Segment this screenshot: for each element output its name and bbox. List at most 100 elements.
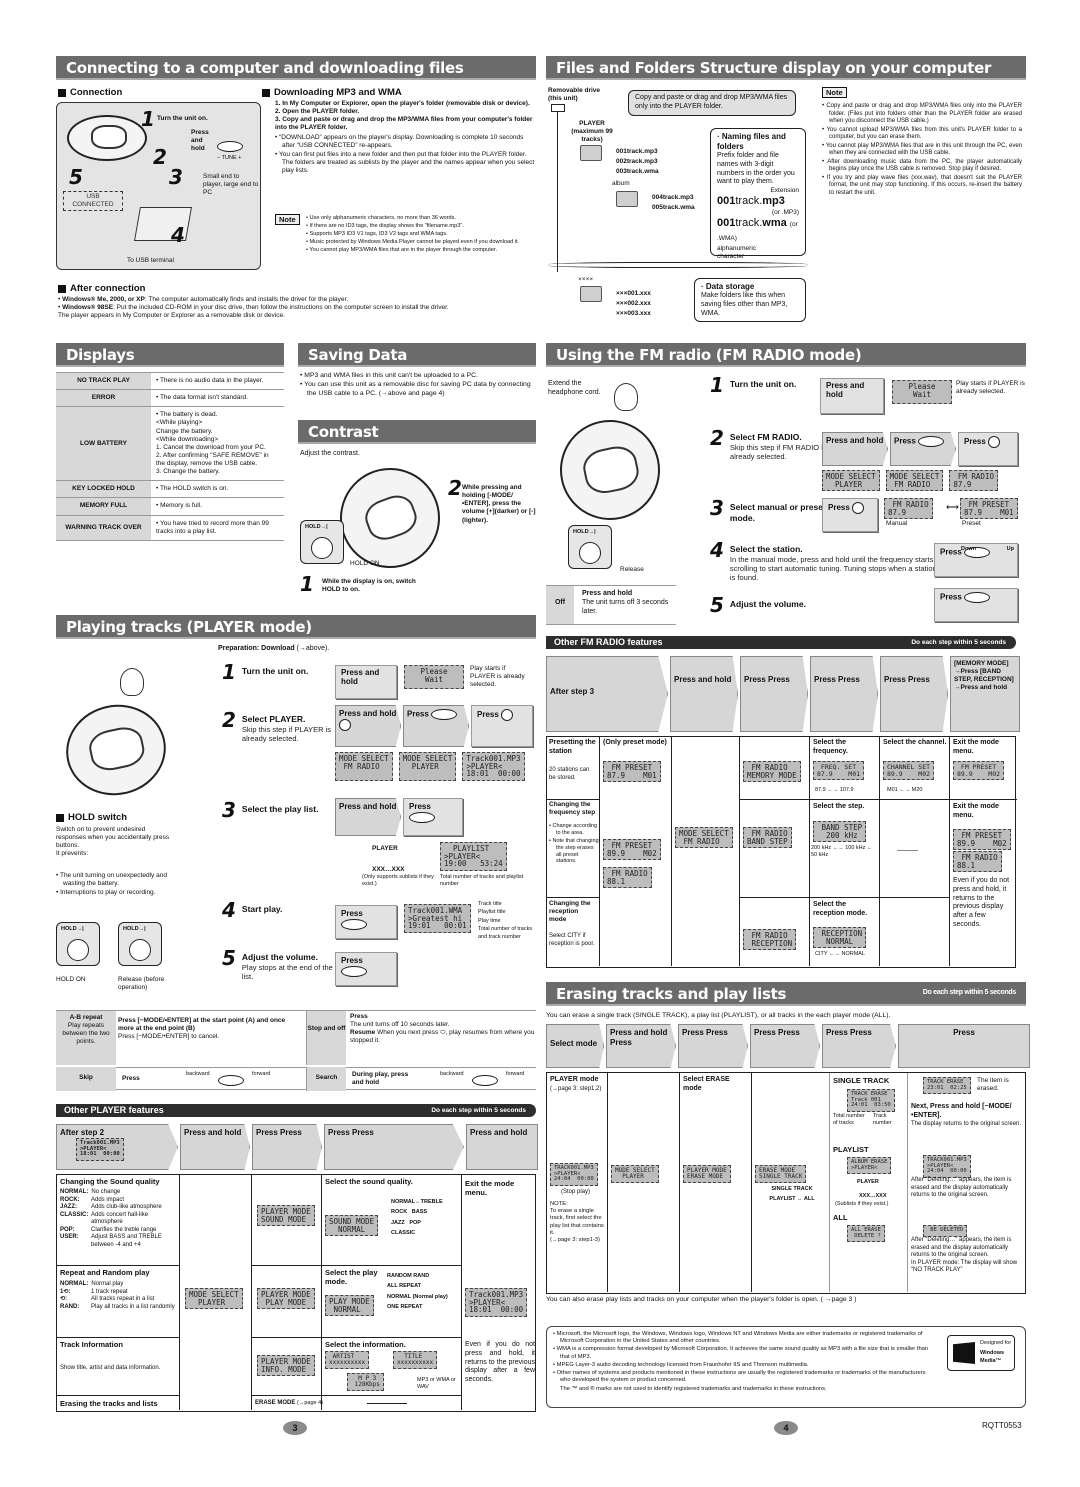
- step-number: 4: [710, 538, 724, 562]
- download-step: 1. In My Computer or Explorer, open the …: [275, 100, 530, 107]
- press-and-hold-mode-button[interactable]: Press and hold: [822, 432, 888, 466]
- next-instruction: Next, Press and hold [−MODE/•ENTER].: [911, 1103, 1012, 1119]
- header-press-hold[interactable]: Press and hold: [466, 1124, 538, 1170]
- deleting-note: After “Deleting…” appears, the item is e…: [911, 1237, 1018, 1273]
- step-number: 5: [69, 165, 83, 189]
- header-text: Press Press: [826, 1028, 872, 1037]
- press-tune-station-button[interactable]: Press Down Up: [934, 543, 1018, 577]
- mode-item: JAZZ: Adds club-like atmosphere: [60, 1204, 178, 1212]
- press-mode-button[interactable]: Press: [471, 705, 533, 747]
- ab-instructions: Press [−MODE/•ENTER] at the start point …: [118, 1017, 298, 1041]
- press-volume-button[interactable]: Press: [335, 952, 397, 986]
- cycle-item: JAZZ: [391, 1219, 405, 1226]
- data-folder-icon: [580, 286, 602, 302]
- display-row: MEMORY FULL • Memory is full.: [56, 497, 284, 516]
- lcd-bitrate: M P 3 128Kbps: [347, 1373, 384, 1391]
- mode-item: NORMAL: No change: [60, 1189, 178, 1197]
- press-volume-button[interactable]: Press: [934, 588, 1018, 622]
- data-file-list: ×××001.xxx ×××002.xxx ×××003.xxx: [616, 289, 651, 318]
- sublist-note: (Only supports sublists if they exist.): [362, 874, 434, 887]
- header-press-press[interactable]: Press Press: [750, 1024, 820, 1068]
- volume-button-icon: [341, 966, 367, 977]
- contrast-step2: While pressing and holding [-MODE/•ENTER…: [462, 484, 536, 524]
- header-press-press[interactable]: Press Press: [740, 656, 808, 732]
- forward-label: forward: [506, 1071, 525, 1077]
- press-and-hold-tune-button[interactable]: Press and hold: [335, 798, 401, 836]
- press-and-hold-button[interactable]: Press and hold: [335, 665, 397, 699]
- sublist-label: XXX…XXX: [372, 866, 405, 873]
- preset-label: Preset: [962, 520, 981, 527]
- mode-item: USER: Adjust BASS and TREBLE between -4 a…: [60, 1234, 178, 1249]
- header-text: Press Press: [754, 1028, 800, 1037]
- step-title: Select FM RADIO.: [729, 432, 802, 442]
- press-tune-button[interactable]: Press: [890, 432, 956, 466]
- erasing-intro: You can erase a single track (SINGLE TRA…: [546, 1012, 891, 1019]
- header-press-press[interactable]: Press Press: [810, 656, 878, 732]
- hold-release-switch-icon: HOLD→|: [118, 922, 162, 966]
- file-item: 001track.mp3: [616, 148, 658, 155]
- btn-label: Press and hold: [339, 802, 397, 811]
- press-mode-button[interactable]: Press: [958, 432, 1018, 466]
- btn-label: Press: [940, 592, 962, 602]
- btn-label: Press: [409, 802, 431, 811]
- header-press-press[interactable]: Press Press: [678, 1024, 748, 1068]
- hold-on-label: HOLD ON: [56, 976, 86, 983]
- lcd-step-value: BAND STEP 200 kHz: [813, 821, 867, 842]
- mode-item: NORMAL: Normal play: [60, 1281, 178, 1289]
- press-tune-button[interactable]: Press: [403, 798, 463, 836]
- other-fm-bar: Other FM RADIO features Do each step with…: [546, 636, 1016, 649]
- lcd-memory-mode: FM RADIO MEMORY MODE: [743, 761, 801, 782]
- lcd-exit: FM RADIO 88.1: [953, 851, 1002, 872]
- display-row: LOW BATTERY • The battery is dead. <While…: [56, 406, 284, 482]
- header-press-hold[interactable]: Press and hold: [670, 656, 738, 732]
- press-start-button[interactable]: Press: [335, 905, 397, 939]
- lcd-sound-mode: PLAYER MODE SOUND MODE: [257, 1205, 315, 1226]
- player-device-icon: [325, 453, 455, 583]
- saving-bullets: MP3 and WMA files in this unit can't be …: [300, 372, 536, 399]
- mode-item: ROCK: Adds impact: [60, 1197, 178, 1205]
- step-3: 3 Select the play list.: [222, 800, 342, 820]
- header-memory-mode[interactable]: [MEMORY MODE] →Press [BAND STEP, RECEPTI…: [950, 656, 1020, 732]
- erased-note: The item is erased.: [977, 1077, 1009, 1093]
- erasing-footer: You can also erase play lists and tracks…: [546, 1296, 857, 1303]
- lcd-start-play: Track001.WMA >Greatest hi 19:01 00:01: [404, 904, 471, 933]
- lcd-exit: FM PRESET 89.9 M02: [953, 761, 1005, 780]
- hold-bullets: The unit turning on unexpectedly and was…: [56, 872, 176, 898]
- ab-desc: Play repeats between the two points.: [62, 1022, 110, 1046]
- press-tune-button[interactable]: Press: [403, 705, 469, 747]
- sound-cycle: NORMAL↔TREBLE ROCK BASS JAZZ POP CLASSIC: [391, 1199, 443, 1237]
- select-erase-label: Select ERASE mode: [683, 1076, 730, 1092]
- header-text: [MEMORY MODE] →Press [BAND STEP, RECEPTI…: [954, 660, 1014, 692]
- row-sub: 20 stations can be stored.: [549, 767, 590, 781]
- header-press[interactable]: Press: [898, 1024, 1030, 1068]
- lcd-fm-manual: FM RADIO 87.9: [884, 498, 933, 519]
- header-press-press[interactable]: Press Press: [324, 1124, 464, 1170]
- header-press-press[interactable]: Press Press: [822, 1024, 896, 1068]
- ab-title: A-B repeat: [69, 1014, 103, 1021]
- header-press-hold[interactable]: Press and hold: [180, 1124, 250, 1170]
- step-4: 4 Start play.: [222, 900, 342, 920]
- usb-terminal-label: To USB terminal: [127, 257, 174, 264]
- track-number-label: Track number: [873, 1113, 892, 1126]
- ex-ext: mp3: [762, 195, 785, 208]
- erasing-table: PLAYER mode (→page 3: step1,2) TRACK001.…: [546, 1072, 1026, 1294]
- off-desc: The unit turns off 3 seconds later.: [582, 598, 669, 615]
- header-press-press[interactable]: Press Press: [252, 1124, 322, 1170]
- exit-mode-menu: Exit the mode menu.: [953, 803, 999, 819]
- press-mode-button[interactable]: Press: [822, 498, 878, 532]
- row-title-erase: Erasing the tracks and lists: [60, 1399, 158, 1408]
- player-mode-label: PLAYER mode: [550, 1076, 599, 1083]
- step-number: 5: [222, 946, 236, 970]
- step-2: 2 Select PLAYER. Skip this step if PLAYER …: [222, 710, 342, 743]
- freq-range: 87.9 ←→ 107.9: [815, 787, 854, 793]
- header-press-press[interactable]: Press Press: [880, 656, 948, 732]
- other-player-header: After step 2 Track001.MP3 >PLAYER< 18:01 …: [56, 1124, 538, 1170]
- bullet: “DOWNLOAD” appears on the player's displ…: [275, 134, 535, 150]
- press-and-hold-mode-button[interactable]: Press and hold: [335, 705, 401, 747]
- display-value: • There is no audio data in the player.: [151, 371, 284, 391]
- header-press-hold[interactable]: Press and hold Press: [606, 1024, 676, 1068]
- lcd-sound-normal: SOUND MODE NORMAL: [325, 1215, 379, 1236]
- bar-title: Other PLAYER features: [64, 1105, 164, 1115]
- exit-mode-menu: Exit the mode menu.: [953, 739, 999, 755]
- press-and-hold-button[interactable]: Press and hold: [820, 378, 884, 414]
